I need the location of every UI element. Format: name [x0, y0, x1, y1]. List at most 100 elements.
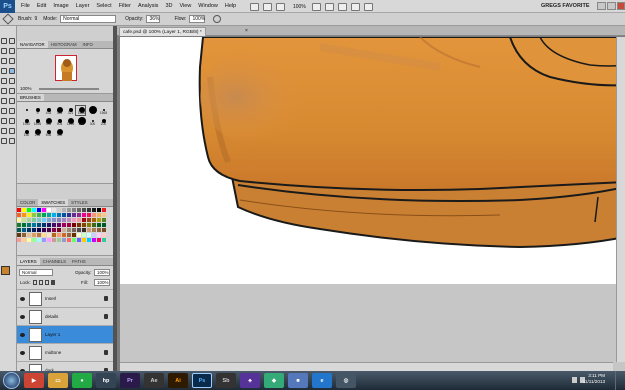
internet-explorer-icon[interactable]: e [312, 373, 332, 388]
fill-field[interactable]: 100% [94, 279, 110, 286]
layer-name[interactable]: Layer 1 [45, 332, 60, 337]
menu-window[interactable]: Window [198, 3, 218, 9]
lasso-tool-icon[interactable] [0, 47, 8, 55]
hand-tool-icon[interactable] [311, 2, 321, 11]
vertical-scrollbar[interactable] [616, 37, 625, 362]
screen-mode-icon[interactable] [363, 2, 373, 11]
layer-row[interactable]: midtone [17, 343, 113, 362]
explorer-icon[interactable]: ▭ [48, 373, 68, 388]
brush-preset[interactable]: 345 [53, 105, 64, 116]
brush-preset[interactable]: 1650 [75, 105, 86, 116]
tab-paths[interactable]: PATHS [69, 258, 89, 265]
type-tool-icon[interactable] [8, 107, 16, 115]
shape-tool-icon[interactable] [8, 117, 16, 125]
tab-navigator[interactable]: NAVIGATOR [17, 41, 48, 48]
tab-swatches[interactable]: SWATCHES [38, 199, 69, 206]
photoshop-taskbar-icon[interactable]: Ps [192, 373, 212, 388]
minibridge-icon[interactable] [263, 2, 272, 11]
navigator-zoom-slider[interactable] [39, 88, 99, 90]
brush-preset[interactable]: 256 [31, 127, 42, 138]
close-tab-icon[interactable]: × [245, 28, 248, 34]
lock-all-icon[interactable] [51, 280, 55, 285]
app-icon-blue[interactable]: ■ [288, 373, 308, 388]
tab-layers[interactable]: LAYERS [17, 258, 40, 265]
media-player-icon[interactable]: ▶ [24, 373, 44, 388]
document-tab[interactable]: cafe.psd @ 100% (Layer 1, RGB/8) * [119, 27, 206, 36]
pen-tool-icon[interactable] [0, 107, 8, 115]
brush-tool-icon[interactable] [8, 67, 16, 75]
menu-help[interactable]: Help [225, 3, 236, 9]
view-extras-icon[interactable] [276, 2, 285, 11]
brush-preset[interactable]: 150 [20, 127, 31, 138]
menu-edit[interactable]: Edit [37, 3, 46, 9]
move-tool-icon[interactable] [0, 37, 8, 45]
visibility-eye-icon[interactable] [20, 315, 25, 319]
hp-icon[interactable]: hp [96, 373, 116, 388]
menu-filter[interactable]: Filter [119, 3, 131, 9]
lock-transparency-icon[interactable] [33, 280, 37, 285]
brush-preset[interactable]: 1940 [20, 116, 31, 127]
menu-analysis[interactable]: Analysis [138, 3, 158, 9]
close-icon[interactable] [617, 2, 625, 10]
brush-preset[interactable]: 904 [53, 116, 64, 127]
visibility-eye-icon[interactable] [20, 333, 25, 337]
brush-preset[interactable]: 1254 [64, 116, 75, 127]
app-icon-gray[interactable]: ◎ [336, 373, 356, 388]
blur-tool-icon[interactable] [0, 97, 8, 105]
brush-preset[interactable]: 321 [64, 105, 75, 116]
brush-preset[interactable]: 696 [42, 127, 53, 138]
layer-row[interactable]: Layer 1 [17, 325, 113, 344]
3d-orbit-icon[interactable] [8, 127, 16, 135]
brush-preset[interactable]: 300 [86, 116, 97, 127]
minimize-icon[interactable] [597, 2, 606, 10]
arrange-documents-icon[interactable] [350, 2, 360, 11]
mode-select[interactable]: Normal [60, 15, 117, 23]
navigator-zoom[interactable]: 100% [20, 86, 32, 91]
menu-image[interactable]: Image [53, 3, 68, 9]
brush-preset[interactable] [86, 105, 97, 116]
dodge-tool-icon[interactable] [8, 97, 16, 105]
start-button[interactable] [3, 372, 20, 389]
visibility-eye-icon[interactable] [20, 297, 25, 301]
volume-icon[interactable] [572, 377, 577, 383]
brush-size[interactable]: 9 [34, 16, 37, 22]
layer-row[interactable]: details [17, 307, 113, 326]
tab-color[interactable]: COLOR [17, 199, 38, 206]
horizontal-scrollbar[interactable] [120, 362, 613, 371]
bridge-icon[interactable] [250, 2, 259, 11]
soundbooth-icon[interactable]: Sb [216, 373, 236, 388]
menu-3d[interactable]: 3D [165, 3, 172, 9]
eraser-tool-icon[interactable] [0, 87, 8, 95]
layer-name[interactable]: Inserl [45, 296, 56, 301]
brush-preset[interactable]: 300 [53, 127, 64, 138]
healing-brush-icon[interactable] [0, 67, 8, 75]
clock[interactable]: 3:11 PM 11/11/2013 [583, 373, 605, 385]
zoom-level[interactable]: 100% [293, 4, 306, 10]
brush-preset[interactable]: 250 [75, 116, 86, 127]
layer-name[interactable]: midtone [45, 350, 61, 355]
lock-pixels-icon[interactable] [39, 280, 43, 285]
zoom-tool-icon[interactable] [324, 2, 334, 11]
hand-tool-icon[interactable] [0, 137, 8, 145]
lock-position-icon[interactable] [45, 280, 49, 285]
history-brush-icon[interactable] [8, 77, 16, 85]
foreground-color-icon[interactable] [1, 266, 10, 275]
layer-opacity-field[interactable]: 100% [94, 269, 110, 276]
brush-tool-icon[interactable] [2, 13, 14, 25]
menu-view[interactable]: View [179, 3, 191, 9]
layer-name[interactable]: details [45, 314, 58, 319]
layer-row[interactable]: Inserl [17, 289, 113, 308]
app-icon-green[interactable]: ◆ [264, 373, 284, 388]
illustrator-icon[interactable]: Ai [168, 373, 188, 388]
maximize-icon[interactable] [607, 2, 616, 10]
flow-field[interactable]: 100% [189, 15, 206, 23]
path-select-icon[interactable] [0, 117, 8, 125]
app-icon-purple[interactable]: ♣ [240, 373, 260, 388]
clone-stamp-icon[interactable] [0, 77, 8, 85]
tab-info[interactable]: INFO [80, 41, 96, 48]
eyedropper-icon[interactable] [8, 57, 16, 65]
workspace-switcher[interactable]: GREGS FAVORITE [541, 3, 590, 9]
brush-preset[interactable]: 200 [97, 116, 108, 127]
visibility-eye-icon[interactable] [20, 351, 25, 355]
canvas[interactable] [120, 37, 625, 284]
